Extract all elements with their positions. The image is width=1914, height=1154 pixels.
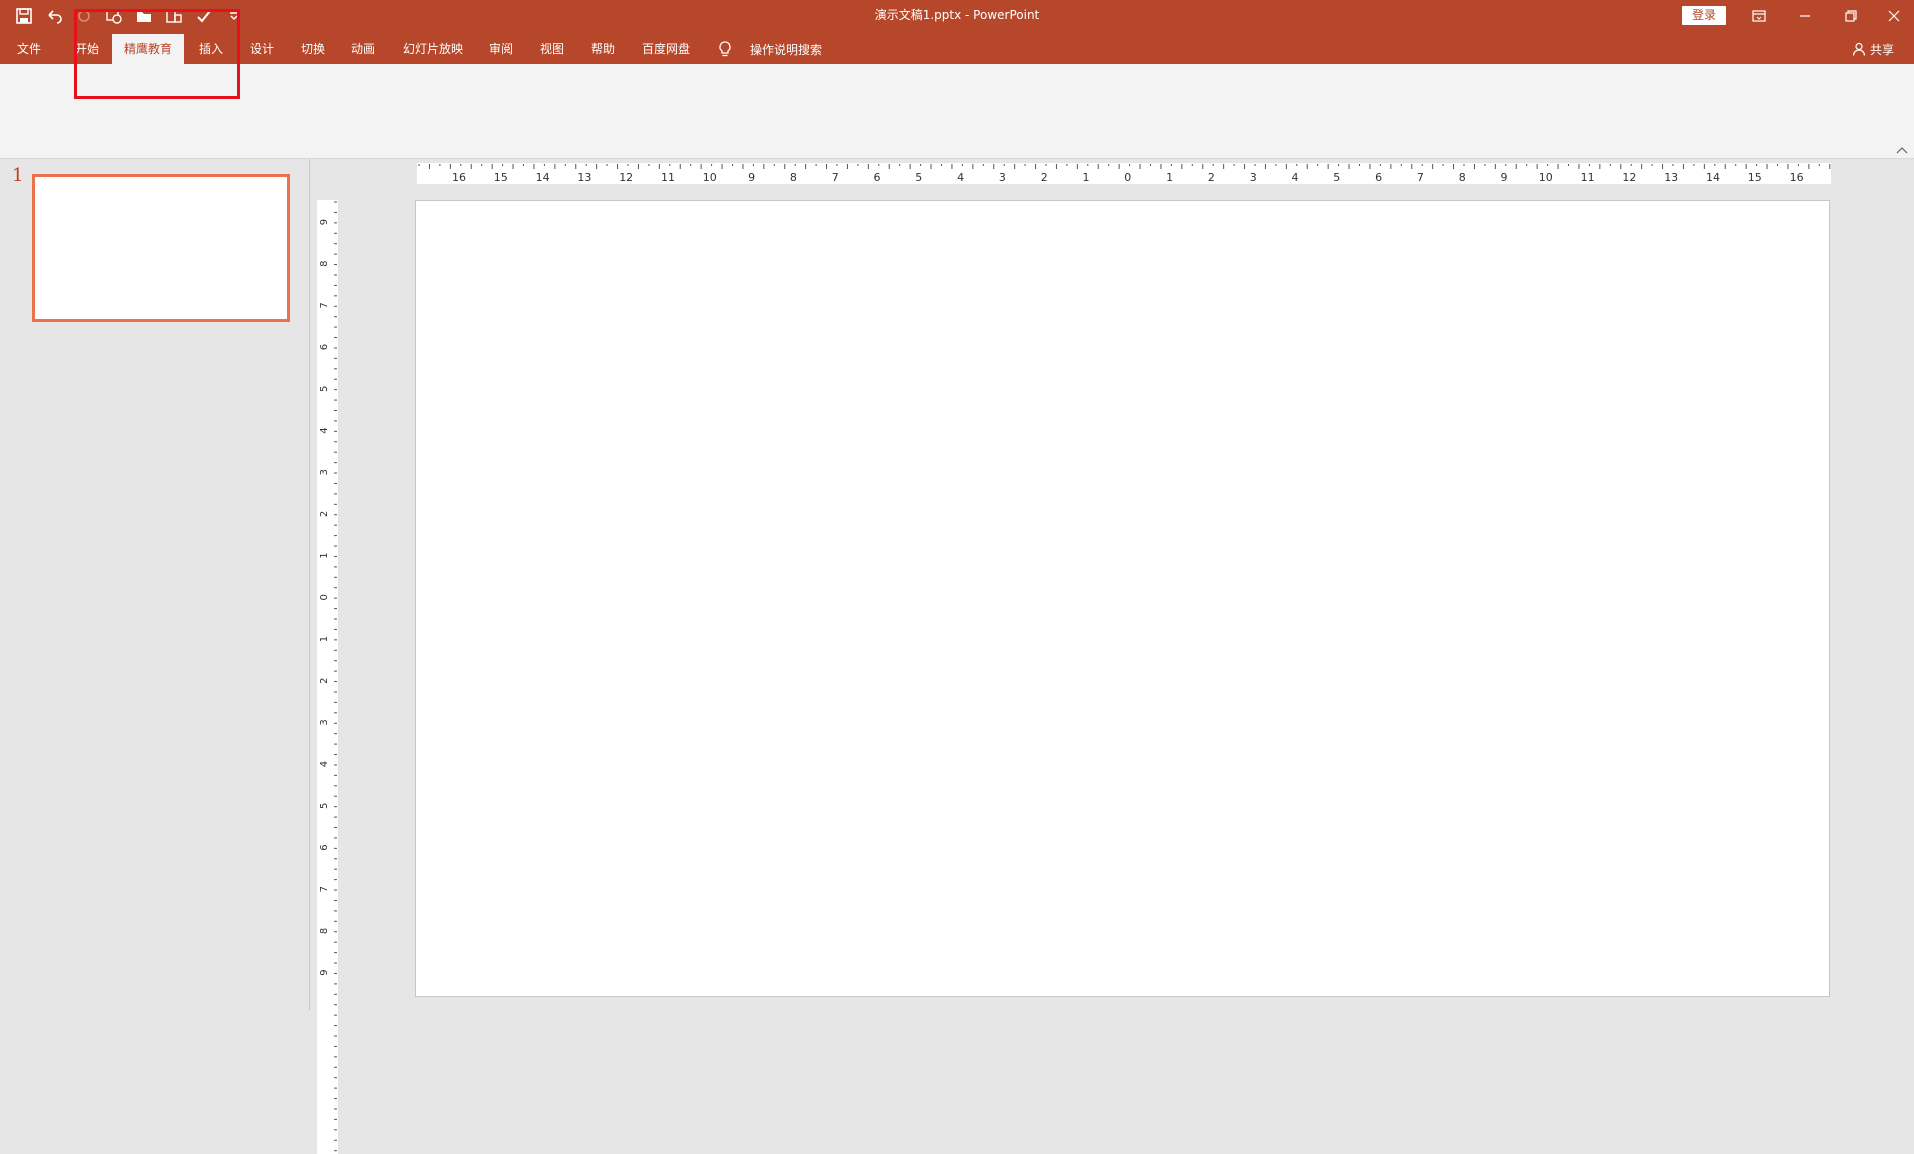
- ruler-label: 11: [1581, 171, 1595, 184]
- ruler-label: 9: [748, 171, 755, 184]
- ruler-label: 14: [1706, 171, 1720, 184]
- open-folder-icon[interactable]: [134, 6, 154, 26]
- screen-record-icon[interactable]: [104, 6, 124, 26]
- ruler-label: 2: [319, 678, 330, 684]
- lightbulb-icon: [719, 41, 731, 57]
- ruler-label: 10: [703, 171, 717, 184]
- share-label: 共享: [1870, 42, 1895, 57]
- ruler-label: 7: [319, 886, 330, 892]
- quick-access-toolbar: [14, 0, 244, 31]
- tab-view[interactable]: 视图: [540, 34, 564, 64]
- share-button[interactable]: 共享: [1852, 34, 1894, 64]
- ruler-label: 6: [319, 844, 330, 850]
- ruler-label: 3: [1250, 171, 1257, 184]
- ruler-label: 4: [1292, 171, 1299, 184]
- tab-jingying[interactable]: 精鹰教育: [112, 34, 185, 64]
- save-icon[interactable]: [14, 6, 34, 26]
- tab-design[interactable]: 设计: [250, 34, 274, 64]
- tab-baidu[interactable]: 百度网盘: [642, 34, 690, 64]
- ruler-label: 9: [1501, 171, 1508, 184]
- undo-icon[interactable]: [44, 6, 64, 26]
- customize-arrow-icon[interactable]: [224, 6, 244, 26]
- ruler-label: 8: [319, 261, 330, 267]
- ruler-label: 9: [319, 969, 330, 975]
- ruler-label: 4: [319, 427, 330, 433]
- slide-thumbnail-panel: 1: [0, 159, 310, 1010]
- slide-canvas[interactable]: [415, 200, 1830, 997]
- horizontal-ruler: 16 15 14 13 12 11 10 9 8 7 6 5 4 3 2 1 0 1 2 3 4 5 6 7 8 9 10 11 12 1…: [417, 163, 1831, 184]
- ruler-label: 1: [1166, 171, 1173, 184]
- title-bar: 演示文稿1.pptx - PowerPoint 登录: [0, 0, 1914, 31]
- ruler-label: 5: [915, 171, 922, 184]
- ruler-label: 7: [832, 171, 839, 184]
- ruler-label: 3: [999, 171, 1006, 184]
- ruler-label: 1: [1083, 171, 1090, 184]
- ruler-label: 0: [319, 594, 330, 600]
- ruler-label: 6: [874, 171, 881, 184]
- tab-slideshow[interactable]: 幻灯片放映: [403, 34, 463, 64]
- ruler-label: 3: [319, 719, 330, 725]
- person-icon: [1852, 42, 1866, 56]
- restore-icon[interactable]: [1828, 0, 1874, 31]
- ruler-label: 6: [319, 344, 330, 350]
- ruler-label: 7: [1417, 171, 1424, 184]
- slide-number: 1: [12, 165, 24, 186]
- vertical-ruler: 9 8 7 6 5 4 3 2 1 0 1 2 3 4 5 6 7 8 9: [317, 200, 338, 1154]
- ruler-label: 2: [1208, 171, 1215, 184]
- document-title: 演示文稿1.pptx - PowerPoint: [874, 8, 1040, 22]
- ruler-label: 6: [1375, 171, 1382, 184]
- tab-help[interactable]: 帮助: [591, 34, 615, 64]
- tab-review[interactable]: 审阅: [489, 34, 513, 64]
- slide-editor: 16 15 14 13 12 11 10 9 8 7 6 5 4 3 2 1 0 1 2 3 4 5 6 7 8 9 10 11 12 1…: [310, 159, 1914, 1154]
- login-button[interactable]: 登录: [1682, 6, 1726, 25]
- ruler-label: 13: [1664, 171, 1678, 184]
- ruler-label: 5: [1333, 171, 1340, 184]
- tell-me-search[interactable]: 操作说明搜索: [718, 34, 822, 64]
- ruler-label: 2: [1041, 171, 1048, 184]
- watermark-text: 维: [1780, 936, 1824, 987]
- check-icon[interactable]: [194, 6, 214, 26]
- tab-file[interactable]: 文件: [17, 34, 41, 64]
- ruler-label: 4: [319, 761, 330, 767]
- ruler-label: 3: [319, 469, 330, 475]
- ruler-label: 7: [319, 302, 330, 308]
- ruler-label: 16: [452, 171, 466, 184]
- layout-icon[interactable]: [164, 6, 184, 26]
- slide-thumbnail[interactable]: [32, 174, 290, 322]
- tab-insert[interactable]: 插入: [199, 34, 223, 64]
- ruler-label: 8: [1459, 171, 1466, 184]
- ruler-label: 5: [319, 386, 330, 392]
- tab-animations[interactable]: 动画: [351, 34, 375, 64]
- minimize-icon[interactable]: [1782, 0, 1828, 31]
- tell-me-label: 操作说明搜索: [750, 42, 823, 57]
- ribbon-display-icon[interactable]: [1736, 0, 1782, 31]
- ruler-label: 13: [577, 171, 591, 184]
- ruler-label: 16: [1790, 171, 1804, 184]
- ruler-label: 1: [319, 636, 330, 642]
- close-icon[interactable]: [1874, 0, 1914, 31]
- ruler-label: 12: [619, 171, 633, 184]
- ruler-label: 0: [1124, 171, 1131, 184]
- ruler-label: 15: [1748, 171, 1762, 184]
- collapse-ribbon-icon[interactable]: [1896, 146, 1908, 154]
- redo-icon[interactable]: [74, 6, 94, 26]
- ruler-label: 5: [319, 803, 330, 809]
- ruler-label: 10: [1539, 171, 1553, 184]
- ruler-label: 2: [319, 511, 330, 517]
- tab-home[interactable]: 开始: [75, 34, 99, 64]
- ruler-label: 8: [319, 928, 330, 934]
- ruler-label: 12: [1622, 171, 1636, 184]
- ruler-label: 9: [319, 219, 330, 225]
- ruler-label: 15: [494, 171, 508, 184]
- ruler-label: 1: [319, 552, 330, 558]
- ruler-label: 4: [957, 171, 964, 184]
- ruler-label: 14: [536, 171, 550, 184]
- ribbon-tabs: 文件 开始 精鹰教育 插入 设计 切换 动画 幻灯片放映 审阅 视图 帮助 百度…: [0, 31, 1914, 64]
- ruler-label: 11: [661, 171, 675, 184]
- ruler-label: 8: [790, 171, 797, 184]
- tab-transitions[interactable]: 切换: [301, 34, 325, 64]
- ribbon-panel: [0, 64, 1914, 159]
